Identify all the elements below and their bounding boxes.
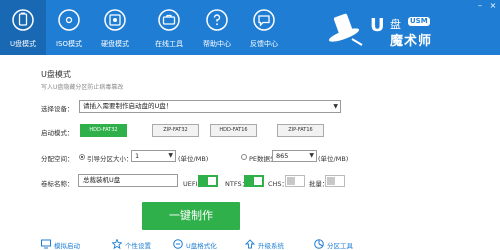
chs-toggle[interactable] xyxy=(285,175,305,187)
boot-mode-hdd-fat16[interactable]: HDD-FAT16 xyxy=(210,124,257,137)
page-subtitle: 写入U盘隐藏分区防止病毒篡改 xyxy=(41,84,124,91)
nav-item-online-tools[interactable]: 在线工具 xyxy=(146,0,192,55)
disc-icon xyxy=(58,9,80,31)
chevron-down-icon: ▼ xyxy=(168,152,173,159)
boot-partition-label: 引导分区大小： xyxy=(87,155,133,163)
nav-item-feedback-center[interactable]: 反馈中心 xyxy=(241,0,287,55)
nav-item-label: 硬盘模式 xyxy=(101,40,129,48)
device-label: 选择设备： xyxy=(41,105,74,113)
nav-item-usb-mode[interactable]: U盘模式 xyxy=(0,0,46,55)
device-select-value: 请插入需要制作启动盘的U盘！ xyxy=(83,102,173,110)
minimize-button[interactable]: – xyxy=(475,1,485,11)
boot-mode-hdd-fat32[interactable]: HDD-FAT32 xyxy=(80,124,127,137)
page-title: U盘模式 xyxy=(41,70,71,79)
boot-mode-zip-fat16[interactable]: ZIP-FAT16 xyxy=(277,124,324,137)
brand-logo: U 盘 USM 魔术师 xyxy=(322,5,494,51)
pe-partition-size-value: 865 xyxy=(276,152,289,160)
volume-name-input[interactable]: 总裁装机U盘 xyxy=(78,174,178,187)
nav-item-label: 帮助中心 xyxy=(203,40,231,48)
ntfs-toggle[interactable] xyxy=(244,175,264,187)
boot-partition-radio[interactable] xyxy=(79,154,85,160)
nav-item-iso-mode[interactable]: ISO模式 xyxy=(46,0,92,55)
toggle-knob xyxy=(208,177,216,185)
boot-partition-unit: (单位/MB) xyxy=(178,155,209,163)
boot-partition-size-select[interactable]: 1 ▼ xyxy=(131,150,176,162)
upgrade-icon xyxy=(245,239,255,249)
close-button[interactable]: × xyxy=(488,1,498,11)
chevron-down-icon: ▼ xyxy=(309,152,314,159)
chevron-down-icon: ▼ xyxy=(333,103,338,110)
hard-disk-icon xyxy=(104,9,126,31)
brand-badge: USM xyxy=(408,17,430,26)
bottom-item-label: 升级系统 xyxy=(258,242,284,250)
pe-partition-radio[interactable] xyxy=(241,154,247,160)
one-click-make-button[interactable]: 一键制作 xyxy=(142,202,240,230)
toggle-knob xyxy=(287,177,295,185)
toggle-knob xyxy=(254,177,262,185)
boot-mode-label: 启动模式： xyxy=(41,129,74,137)
toolbox-icon xyxy=(158,9,180,31)
nav-item-help-center[interactable]: 帮助中心 xyxy=(194,0,240,55)
bottom-item-label: 模拟启动 xyxy=(54,242,80,250)
uefi-toggle[interactable] xyxy=(198,175,218,187)
star-icon xyxy=(112,239,122,249)
bottom-item-label: 分区工具 xyxy=(327,242,353,250)
nav-item-hdd-mode[interactable]: 硬盘模式 xyxy=(92,0,138,55)
toggle-knob xyxy=(327,177,335,185)
nav-item-label: 反馈中心 xyxy=(250,40,278,48)
monitor-icon xyxy=(41,239,51,249)
partition-icon xyxy=(314,239,324,249)
format-icon xyxy=(173,239,183,249)
volume-label: 卷标名称： xyxy=(41,180,74,188)
brand-letter: U xyxy=(370,15,385,36)
magician-hat-icon xyxy=(328,13,363,46)
nav-item-label: U盘模式 xyxy=(9,40,37,48)
batch-toggle[interactable] xyxy=(325,175,345,187)
usb-drive-icon xyxy=(12,9,34,31)
bottom-item-label: 个性设置 xyxy=(125,242,151,250)
device-select[interactable]: 请插入需要制作启动盘的U盘！ ▼ xyxy=(79,100,341,113)
feedback-icon xyxy=(253,9,275,31)
boot-partition-size-value: 1 xyxy=(135,152,140,160)
nav-item-label: 在线工具 xyxy=(155,40,183,48)
top-header: U盘模式 ISO模式 硬盘模式 在线工具 帮助中心 反馈中心 U 盘 USM 魔… xyxy=(0,0,500,55)
brand-name: 魔术师 xyxy=(390,34,433,49)
partition-label: 分配空间： xyxy=(41,155,74,163)
pe-partition-unit: (单位/MB) xyxy=(318,155,349,163)
question-icon xyxy=(206,9,228,31)
bottom-item-label: U盘格式化 xyxy=(186,242,217,250)
pe-partition-size-select[interactable]: 865 ▼ xyxy=(272,150,317,162)
boot-mode-zip-fat32[interactable]: ZIP-FAT32 xyxy=(152,124,199,137)
nav-item-label: ISO模式 xyxy=(55,40,83,48)
